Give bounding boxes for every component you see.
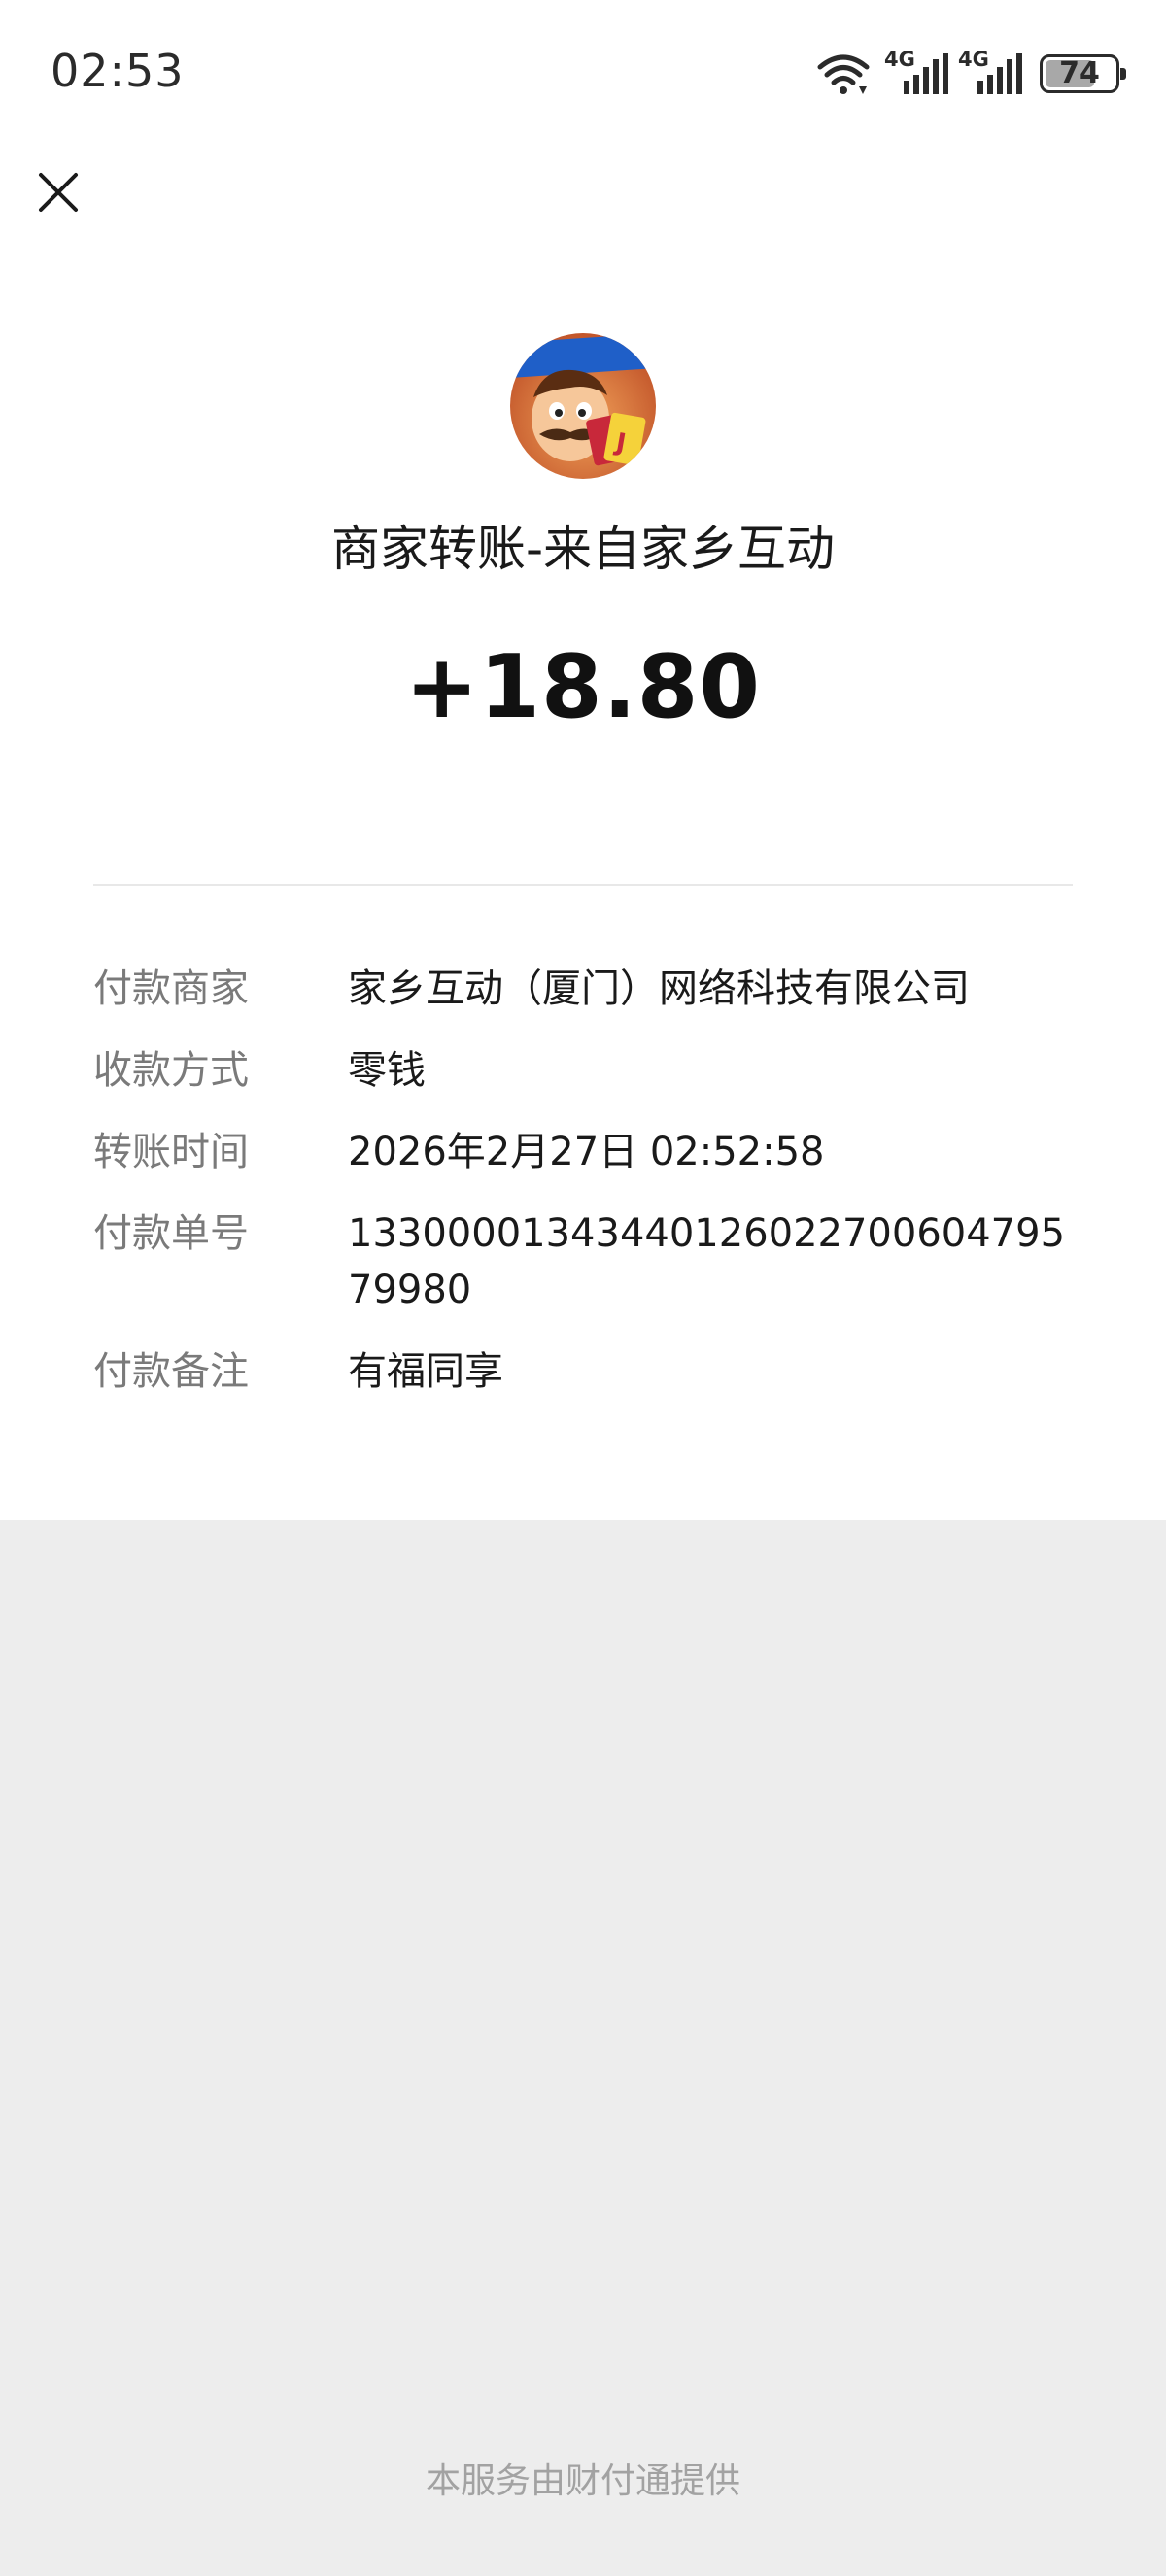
detail-label: 付款商家 — [93, 966, 249, 1011]
signal-icon: 4G — [958, 48, 1022, 96]
detail-label: 收款方式 — [93, 1048, 249, 1093]
status-icons: 4G 4G 74 — [816, 48, 1126, 97]
detail-row-remark: 付款备注 有福同享 — [93, 1343, 1075, 1400]
detail-value: 家乡互动（厦门）网络科技有限公司 — [348, 966, 970, 1011]
signal-icon: 4G — [884, 48, 948, 96]
detail-value: 2026年2月27日 02:52:58 — [348, 1130, 825, 1174]
service-provider-text: 本服务由财付通提供 — [425, 2461, 740, 2501]
merchant-avatar: J — [510, 333, 656, 479]
detail-value: 有福同享 — [348, 1349, 503, 1394]
close-button[interactable] — [29, 163, 87, 221]
status-bar: 02:53 4G 4G 74 — [0, 0, 1166, 146]
status-time: 02:53 — [51, 45, 185, 97]
divider — [93, 884, 1073, 886]
transfer-detail-card: 02:53 4G 4G 74 J 商家转账-来自家乡互动 +18.80 付款商家… — [0, 0, 1166, 1520]
detail-value: 零钱 — [348, 1048, 426, 1093]
detail-label: 付款单号 — [93, 1211, 249, 1256]
battery-level: 74 — [1059, 56, 1100, 90]
detail-row-transfer-time: 转账时间 2026年2月27日 02:52:58 — [93, 1124, 1075, 1180]
detail-row-receive-method: 收款方式 零钱 — [93, 1042, 1075, 1099]
transfer-amount: +18.80 — [404, 636, 762, 738]
close-icon — [39, 173, 78, 212]
wifi-icon — [817, 54, 870, 94]
detail-label: 付款备注 — [93, 1349, 249, 1394]
detail-row-order-number: 付款单号 13300001343440126022700604795 79980 — [93, 1205, 1075, 1318]
detail-value: 13300001343440126022700604795 79980 — [348, 1211, 1066, 1312]
battery-icon: 74 — [1040, 54, 1126, 93]
battery-tip — [1120, 68, 1126, 80]
detail-label: 转账时间 — [93, 1130, 249, 1174]
detail-row-payer: 付款商家 家乡互动（厦门）网络科技有限公司 — [93, 961, 1075, 1017]
merchant-title: 商家转账-来自家乡互动 — [330, 521, 836, 577]
